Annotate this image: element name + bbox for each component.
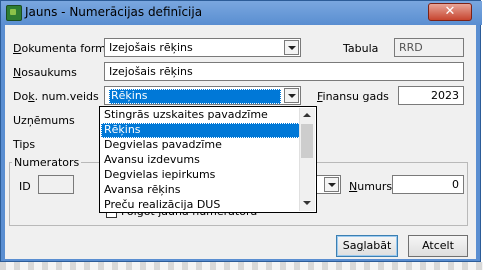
id-label: ID xyxy=(19,180,31,193)
scrollbar-thumb[interactable] xyxy=(301,124,313,158)
dok-num-veids-dropdown-list[interactable]: Stingrās uzskaites pavadzīme Rēķins Degv… xyxy=(99,106,317,213)
numurs-label: Numurs xyxy=(349,180,393,193)
dropdown-option[interactable]: Preču realizācija DUS xyxy=(101,198,301,213)
tabula-label: Tabula xyxy=(343,42,379,55)
dropdown-scrollbar[interactable] xyxy=(299,108,315,211)
tips-label: Tips xyxy=(13,138,36,151)
chevron-down-icon[interactable] xyxy=(324,177,339,192)
cancel-button[interactable]: Atcelt xyxy=(408,235,468,257)
tabula-field: RRD xyxy=(394,38,464,57)
scroll-down-icon[interactable] xyxy=(300,196,315,211)
numurs-input[interactable]: 0 xyxy=(392,175,464,194)
dropdown-option[interactable]: Avansu izdevums xyxy=(101,153,301,168)
scroll-up-icon[interactable] xyxy=(300,108,315,123)
numerators-group-title: Numerators xyxy=(12,156,82,169)
dok-num-veids-label: Dok. num.veids xyxy=(13,90,99,103)
dokumenta-forma-label: Dokumenta forma xyxy=(13,42,113,55)
save-button[interactable]: Saglabāt xyxy=(336,235,398,257)
nosaukums-input[interactable]: Izejošais rēķins xyxy=(104,62,464,81)
dok-num-veids-combo[interactable]: Rēķins xyxy=(104,86,301,105)
numerator-combo[interactable] xyxy=(315,175,341,194)
dok-num-veids-value: Rēķins xyxy=(109,89,281,104)
title-bar[interactable]: Jauns - Numerācijas definīcija ✕ xyxy=(1,1,482,25)
finansu-gads-input[interactable]: 2023 xyxy=(398,86,464,105)
finansu-gads-label: Finansu gads xyxy=(317,90,389,103)
nosaukums-label: Nosaukums xyxy=(13,66,77,79)
close-button[interactable]: ✕ xyxy=(428,3,472,21)
chevron-down-icon[interactable] xyxy=(284,40,299,55)
dropdown-option-selected[interactable]: Rēķins xyxy=(101,123,301,138)
background-window-strip xyxy=(0,262,483,270)
app-icon xyxy=(6,5,22,21)
dokumenta-forma-combo[interactable]: Izejošais rēķins xyxy=(104,38,301,57)
dropdown-option[interactable]: Degvielas pavadzīme xyxy=(101,138,301,153)
dropdown-option[interactable]: Degvielas iepirkums xyxy=(101,168,301,183)
id-field xyxy=(38,175,74,194)
dropdown-option[interactable]: Stingrās uzskaites pavadzīme xyxy=(101,108,301,123)
chevron-down-icon[interactable] xyxy=(284,88,299,103)
uznemums-label: Uzņēmums xyxy=(13,114,75,127)
dropdown-option[interactable]: Avansa rēķins xyxy=(101,183,301,198)
window-title: Jauns - Numerācijas definīcija xyxy=(25,5,203,19)
dokumenta-forma-value: Izejošais rēķins xyxy=(109,41,193,54)
